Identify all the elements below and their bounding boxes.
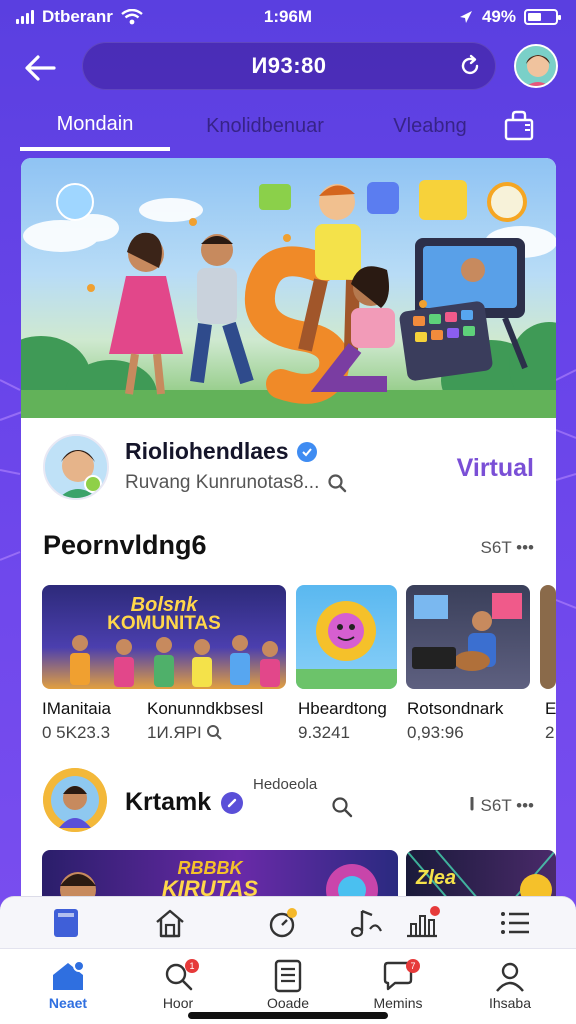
top-bar: И93:80 [0,42,576,92]
thumbnail-3-title[interactable]: Hbeardtong [298,699,387,719]
thumbnail-2-meta-wrap: 1И.ЯPI [147,723,222,743]
tab-mondain[interactable]: Mondain [20,101,170,151]
location-icon [459,11,472,23]
timer-icon [269,908,297,938]
search-icon[interactable] [331,796,353,818]
nav-label-ihsaba: Ihsaba [488,995,532,1011]
video-thumbnail-4[interactable] [540,585,556,689]
nav-item-hoor[interactable]: 1 Hoor [130,959,226,1015]
second-creator-tag: Hedoeola [253,776,318,793]
address-text: И93:80 [251,53,327,78]
second-more-button[interactable]: S6T ••• [467,796,534,816]
thumbnail-3-art [412,593,522,671]
second-creator-avatar[interactable] [43,768,107,832]
video-thumbnail-2[interactable] [296,585,397,689]
music-note-icon [350,909,382,938]
book-icon [54,909,78,937]
banner-2-line1: Zlea [415,867,456,889]
verified-badge-icon [221,791,244,814]
back-button[interactable] [20,48,60,88]
tab-vleabng[interactable]: Vleabng [360,101,500,151]
virtual-link[interactable]: Virtual [457,454,534,483]
second-creator-avatar-image [43,768,107,832]
thumbnail-4-meta: 0,93:96 [407,723,464,742]
creator-name-wrap: Rioliohendlaes [125,438,317,465]
shopping-bag-icon [504,110,534,141]
thumbnail-2-meta: 1И.ЯPI [147,723,202,742]
notification-badge: 1 [185,959,199,973]
thumbnail-3-meta: 9.3241 [298,723,350,742]
video-thumbnail-1[interactable]: Bolsnk KOMUNITAS [42,585,286,689]
tool-timer[interactable] [262,905,302,941]
creator-avatar-image [45,436,107,498]
tool-home[interactable] [150,905,190,941]
nav-label-ooade: Ooade [266,995,310,1011]
verified-badge-icon [296,441,317,462]
second-creator-row[interactable]: Krtamk Hedoeola S6T ••• [21,764,556,834]
tab-knolidbenuar[interactable]: Knolidbenuar [170,101,360,151]
refresh-button[interactable] [458,54,482,78]
thumbnail-5-meta: 2 [545,723,555,742]
thumbnail-5-title[interactable]: E [545,699,556,719]
creator-row[interactable]: Rioliohendlaes Ruvang Kunrunotas8... Vir… [21,426,556,512]
thumbnail-1-title[interactable]: IManitaia [42,699,111,719]
address-bar[interactable]: И93:80 [82,42,496,90]
thumbnail-1-overlay-line2: KOMUNITAS [107,613,221,634]
user-avatar[interactable] [514,44,558,88]
section-more-button[interactable]: S6T ••• [481,538,534,558]
tool-book[interactable] [46,905,86,941]
shopping-bag-button[interactable] [500,106,540,146]
creator-avatar[interactable] [43,434,109,500]
document-icon [274,959,302,993]
battery-icon [524,9,561,25]
nav-item-memins[interactable]: 7 Memins [350,959,446,1015]
nav-label-memins: Memins [373,995,423,1011]
nav-label-neaet: Neaet [48,995,88,1011]
section-title: Peornvldng6 [43,530,207,560]
tool-chart[interactable] [402,905,442,941]
refresh-icon [461,54,479,75]
creator-subtitle: Ruvang Kunrunotas8... [125,472,320,493]
creator-subtitle-wrap: Ruvang Kunrunotas8... [125,472,347,494]
thumbnail-2-art [296,601,397,689]
thumbnail-4-title[interactable]: Rotsondnark [407,699,503,719]
nav-item-neaet[interactable]: Neaet [20,959,116,1015]
tool-bar [0,896,576,948]
second-more-label: S6T ••• [480,796,534,815]
thumbnail-1-meta: 0 5K23.3 [42,723,111,742]
home-icon [156,909,184,938]
arrow-left-icon [25,55,56,81]
nav-item-ooade[interactable]: Ooade [240,959,336,1015]
pin-icon [470,796,474,811]
tab-bar: Mondain Knolidbenuar Vleabng [20,100,560,152]
second-creator-name: Krtamk [125,788,212,816]
thumbnail-2-title[interactable]: Konunndkbsesl [147,699,263,719]
second-creator-name-wrap: Krtamk [125,788,244,817]
hero-illustration [21,180,556,428]
tool-menu[interactable] [496,905,536,941]
content-card: Rioliohendlaes Ruvang Kunrunotas8... Vir… [21,158,556,918]
notification-badge: 7 [406,959,420,973]
profile-icon [496,962,524,992]
user-avatar-image [516,46,556,86]
battery-percent: 49% [481,7,516,26]
status-bar: Dtberanr 1:96M 49% [0,0,576,36]
nav-label-hoor: Hoor [162,995,194,1011]
search-icon [206,725,222,740]
list-menu-icon [501,912,529,934]
tool-music[interactable] [346,905,386,941]
bar-chart-icon [407,906,440,938]
hero-banner[interactable] [21,158,556,428]
search-icon[interactable] [327,473,347,493]
video-thumbnail-3[interactable] [406,585,530,689]
thumbnail-1-art: Bolsnk KOMUNITAS [70,594,280,687]
nav-item-ihsaba[interactable]: Ihsaba [462,959,558,1015]
banner-1-line1: RBBBK [178,858,245,878]
home-filled-icon [53,960,85,990]
thumbnail-row: Bolsnk KOMUNITAS IManitaia 0 5K23.3 Konu… [42,585,556,745]
home-indicator[interactable] [188,1012,388,1019]
creator-name: Rioliohendlaes [125,438,289,464]
